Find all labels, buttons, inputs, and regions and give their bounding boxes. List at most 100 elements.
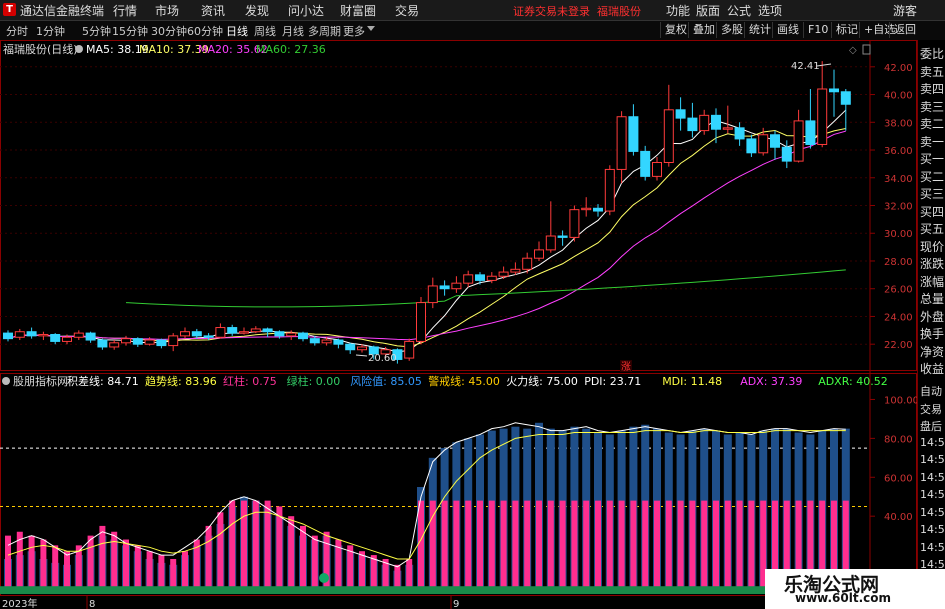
price-tick-label: 22.00 — [884, 340, 913, 351]
menu-formula[interactable]: 公式 — [727, 2, 751, 19]
period-monthly[interactable]: 月线 — [282, 23, 304, 39]
quote-field-label: 卖五 — [920, 64, 945, 79]
current-stock-name: 福瑞股份 — [597, 5, 641, 18]
title-bar — [0, 0, 945, 21]
red-bar — [87, 535, 94, 594]
tick-record-label: 交易 — [920, 402, 942, 416]
candle-body — [109, 342, 120, 348]
quote-field-label: 收益 — [920, 362, 945, 376]
candle-body — [168, 335, 179, 347]
tick-record-label: 14:56 — [920, 540, 945, 554]
red-bar — [40, 539, 47, 594]
login-status[interactable]: 证券交易未登录 福瑞股份 — [513, 3, 641, 19]
indicator-legend-item: 警戒线: 45.00 — [428, 374, 500, 388]
settings-dot-icon[interactable] — [75, 45, 83, 53]
mark-button[interactable]: 标记 — [831, 22, 862, 38]
quote-field-label: 买二 — [920, 169, 945, 184]
red-bar — [300, 525, 306, 594]
statistics-button[interactable]: 统计 — [744, 22, 775, 38]
menu-quotes[interactable]: 行情 — [113, 2, 137, 19]
candle-body — [475, 274, 485, 281]
price-tick-label: 36.00 — [884, 146, 913, 157]
menu-function[interactable]: 功能 — [666, 2, 690, 19]
candle-body — [132, 338, 143, 345]
candle-body — [581, 207, 592, 211]
red-bar — [665, 500, 672, 594]
price-axis: 22.00 24.00 26.00 28.00 30.00 32.00 34.00 36.00… — [870, 63, 913, 351]
guest-user[interactable]: 游客 — [893, 2, 917, 19]
red-bar — [276, 506, 283, 594]
candle-body — [604, 168, 615, 212]
more-dropdown-icon[interactable] — [367, 26, 375, 31]
menu-ask[interactable]: 问小达 — [288, 2, 324, 19]
candle-body — [770, 134, 780, 148]
indicator-axis: 40.00 60.00 80.00 100.00 — [870, 395, 917, 523]
menu-options[interactable]: 选项 — [758, 2, 782, 19]
window-toggle-icon[interactable] — [862, 44, 871, 55]
price-tick-label: 24.00 — [884, 312, 913, 323]
period-5min[interactable]: 5分钟 — [82, 23, 111, 39]
indicator-settings-icon[interactable] — [2, 377, 10, 385]
tick-record-label: 盘后 — [920, 420, 942, 433]
candle-body — [50, 333, 61, 342]
adjust-button[interactable]: 复权 — [660, 22, 691, 38]
period-30min[interactable]: 30分钟 — [151, 23, 187, 39]
watermark-url: www.60lt.com — [795, 591, 892, 605]
f10-button[interactable]: F10 — [803, 22, 832, 38]
period-timeshare[interactable]: 分时 — [6, 23, 28, 39]
quote-field-label: 买四 — [920, 204, 945, 219]
red-bar — [205, 525, 212, 594]
quote-field-label: 涨跌 — [920, 257, 945, 271]
period-weekly[interactable]: 周线 — [254, 23, 276, 39]
candle-body — [652, 162, 662, 177]
green-band — [0, 586, 870, 594]
menu-discover[interactable]: 发现 — [245, 2, 269, 19]
multi-stock-button[interactable]: 多股 — [716, 22, 747, 38]
period-15min[interactable]: 15分钟 — [112, 23, 148, 39]
date-label-sep: 9 — [453, 599, 459, 609]
price-tick-label: 38.00 — [884, 118, 913, 129]
candle-body — [26, 331, 37, 337]
price-tick-label: 32.00 — [884, 202, 913, 213]
red-bar — [123, 539, 129, 594]
indicator-tick-label: 80.00 — [884, 434, 913, 445]
indicator-legend-item: 趋势线: 83.96 — [145, 374, 217, 388]
candle-body — [545, 235, 556, 251]
red-bar — [465, 500, 472, 594]
period-daily[interactable]: 日线 — [226, 23, 248, 39]
draw-line-button[interactable]: 画线 — [772, 22, 803, 38]
candle-body — [675, 109, 686, 119]
candle-body — [699, 114, 710, 132]
candle-body — [616, 116, 627, 170]
candle-body — [498, 271, 509, 277]
period-60min[interactable]: 60分钟 — [187, 23, 223, 39]
back-button[interactable]: 返回 — [889, 22, 920, 38]
quote-field-label: 卖四 — [920, 82, 945, 96]
indicator-legend-item: PDI: 23.71 — [584, 375, 641, 388]
indicator-tick-label: 40.00 — [884, 512, 913, 523]
period-more[interactable]: 更多 — [343, 23, 365, 39]
red-bar — [701, 500, 708, 594]
period-1min[interactable]: 1分钟 — [36, 23, 65, 39]
candle-body — [298, 332, 308, 340]
menu-wealth-circle[interactable]: 财富圈 — [340, 2, 376, 19]
overlay-button[interactable]: 叠加 — [688, 22, 719, 38]
menu-trade[interactable]: 交易 — [395, 2, 419, 19]
period-multi[interactable]: 多周期 — [308, 23, 341, 39]
diamond-icon[interactable]: ◇ — [849, 45, 857, 56]
app-logo-icon: T — [3, 3, 16, 16]
chart-canvas[interactable]: 22.00 24.00 26.00 28.00 30.00 32.00 34.00 36.00… — [0, 40, 917, 609]
candle-body — [156, 339, 167, 347]
red-bar — [477, 500, 483, 594]
menu-layout[interactable]: 版面 — [696, 2, 720, 19]
candle-body — [345, 343, 356, 351]
red-bar — [583, 500, 590, 594]
price-tick-label: 30.00 — [884, 229, 913, 240]
red-bar — [264, 500, 271, 594]
indicator-legend-item: ADXR: 40.52 — [818, 375, 888, 388]
menu-market[interactable]: 市场 — [155, 2, 179, 19]
app-title: 通达信金融终端 — [20, 4, 105, 18]
date-label-aug: 8 — [89, 599, 95, 609]
candle-body — [486, 275, 497, 281]
menu-news[interactable]: 资讯 — [201, 2, 225, 19]
